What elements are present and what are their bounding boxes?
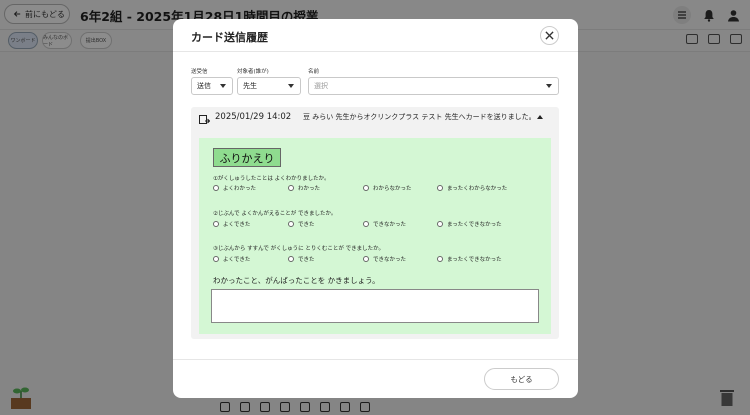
close-button[interactable] — [540, 26, 559, 45]
target-select[interactable]: 先生 — [237, 77, 301, 95]
radio-icon — [437, 256, 443, 262]
name-label: 名前 — [308, 69, 320, 75]
send-card-icon — [199, 115, 210, 124]
q2-option-4[interactable]: まったくできなかった — [437, 220, 502, 228]
q1-option-1[interactable]: よくわかった — [213, 184, 256, 192]
target-value: 先生 — [243, 82, 257, 90]
question-2: ②じぶんで よくかんがえることが できましたか。 — [213, 211, 337, 217]
direction-select[interactable]: 送信 — [191, 77, 233, 95]
radio-icon — [213, 256, 219, 262]
name-placeholder: 選択 — [314, 82, 328, 90]
history-item: 2025/01/29 14:02 豆 みらい 先生からオクリンクプラス テスト … — [191, 107, 559, 339]
radio-icon — [213, 185, 219, 191]
history-datetime: 2025/01/29 14:02 — [215, 112, 292, 122]
radio-icon — [363, 256, 369, 262]
radio-icon — [437, 221, 443, 227]
q2-option-1[interactable]: よくできた — [213, 220, 250, 228]
q1-option-4[interactable]: まったくわからなかった — [437, 184, 507, 192]
q3-option-4[interactable]: まったくできなかった — [437, 255, 502, 263]
radio-icon — [437, 185, 443, 191]
modal-header: カード送信履歴 — [173, 19, 578, 52]
free-text-area[interactable] — [211, 289, 539, 323]
q3-option-1[interactable]: よくできた — [213, 255, 250, 263]
close-icon — [545, 31, 554, 40]
chevron-down-icon — [546, 84, 552, 88]
direction-value: 送信 — [197, 82, 211, 90]
radio-icon — [363, 185, 369, 191]
history-item-header[interactable]: 2025/01/29 14:02 豆 みらい 先生からオクリンクプラス テスト … — [191, 107, 559, 137]
q1-option-2[interactable]: わかった — [288, 184, 320, 192]
name-select[interactable]: 選択 — [308, 77, 559, 95]
history-message: 豆 みらい 先生からオクリンクプラス テスト 先生へカードを送りました。 — [303, 113, 536, 121]
radio-icon — [363, 221, 369, 227]
radio-icon — [288, 221, 294, 227]
card-title: ふりかえり — [213, 148, 281, 167]
chevron-down-icon — [220, 84, 226, 88]
q2-option-2[interactable]: できた — [288, 220, 315, 228]
radio-icon — [288, 185, 294, 191]
q2-option-3[interactable]: できなかった — [363, 220, 406, 228]
reflection-card: ふりかえり ①がくしゅうしたことは よくわかりましたか。 よくわかった わかった… — [199, 138, 551, 334]
radio-icon — [213, 221, 219, 227]
chevron-down-icon — [288, 84, 294, 88]
free-text-label: わかったこと、がんばったことを かきましょう。 — [213, 276, 380, 285]
q3-option-2[interactable]: できた — [288, 255, 315, 263]
back-modal-button[interactable]: もどる — [484, 368, 559, 390]
card-history-modal: カード送信履歴 送受信 送信 対象者(誰が) 先生 名前 選択 2025/01/… — [173, 19, 578, 398]
q3-option-3[interactable]: できなかった — [363, 255, 406, 263]
target-label: 対象者(誰が) — [237, 69, 269, 75]
modal-title: カード送信履歴 — [191, 31, 268, 44]
question-1: ①がくしゅうしたことは よくわかりましたか。 — [213, 176, 330, 182]
modal-footer: もどる — [173, 359, 578, 398]
question-3: ③じぶんから すすんで がくしゅうに とりくむことが できましたか。 — [213, 246, 385, 252]
radio-icon — [288, 256, 294, 262]
direction-label: 送受信 — [191, 69, 208, 75]
chevron-up-icon[interactable] — [537, 115, 543, 119]
q1-option-3[interactable]: わからなかった — [363, 184, 412, 192]
